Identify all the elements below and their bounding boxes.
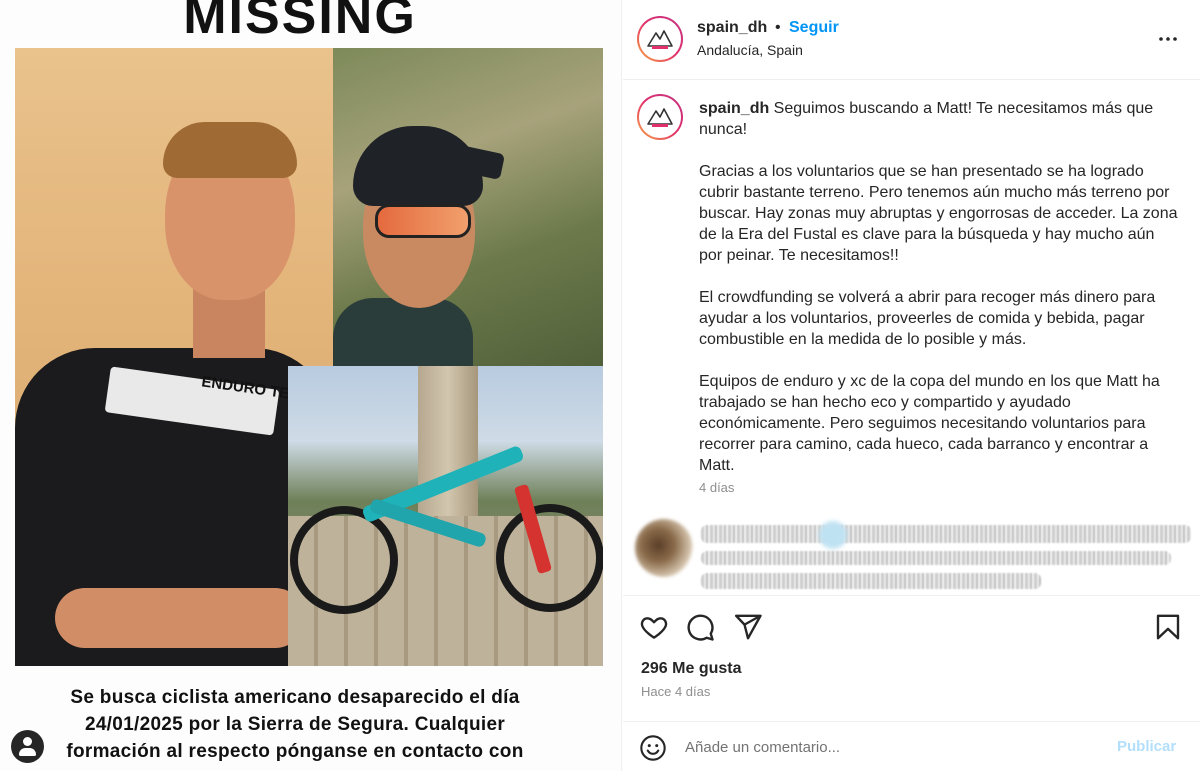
poster-title: MISSING (183, 0, 417, 45)
rear-wheel (290, 506, 398, 614)
save-bookmark-icon[interactable] (1153, 612, 1183, 642)
post-header: spain_dh • Seguir Andalucía, Spain (623, 0, 1200, 80)
blurred-text-line (701, 551, 1171, 565)
post-image[interactable]: MISSING ENDURO TEAM Se busca ciclista am… (0, 0, 622, 771)
front-wheel (496, 504, 603, 612)
hair (163, 122, 297, 178)
photo-helmet-rider (333, 48, 603, 366)
folded-hands (55, 588, 305, 648)
rider-jersey (333, 298, 473, 366)
caption-avatar[interactable] (637, 94, 683, 140)
photo-bike (288, 366, 603, 666)
blurred-text-line (701, 573, 1041, 589)
emoji-smiley-icon[interactable] (639, 734, 667, 762)
share-send-icon[interactable] (733, 612, 763, 642)
post-caption: spain_dh Seguimos buscando a Matt! Te ne… (623, 80, 1200, 500)
mountain-logo-icon (647, 108, 673, 127)
tagged-users-icon[interactable] (11, 730, 44, 763)
post-details-panel: spain_dh • Seguir Andalucía, Spain spain… (623, 0, 1200, 771)
username-link[interactable]: spain_dh (697, 19, 767, 37)
photo-smiling-man: ENDURO TEAM (15, 48, 333, 666)
post-actions: 296 Me gusta Hace 4 días Publicar (623, 595, 1200, 771)
comment-bubble-icon[interactable] (685, 612, 715, 642)
blurred-avatar (635, 519, 693, 577)
blurred-emoji (819, 521, 847, 549)
publish-button[interactable]: Publicar (1117, 738, 1176, 755)
caption-username[interactable]: spain_dh (699, 100, 769, 117)
like-heart-icon[interactable] (639, 612, 669, 642)
sunglasses (375, 204, 471, 238)
blurred-comment (631, 515, 1196, 595)
poster-description: Se busca ciclista americano desaparecido… (66, 687, 524, 762)
separator-dot: • (775, 19, 781, 36)
follow-button[interactable]: Seguir (789, 19, 839, 37)
caption-body: Seguimos buscando a Matt! Te necesitamos… (699, 100, 1178, 474)
blurred-text-line (701, 525, 1191, 543)
avatar[interactable] (637, 16, 683, 62)
like-count[interactable]: 296 Me gusta (641, 660, 741, 678)
caption-text: spain_dh Seguimos buscando a Matt! Te ne… (699, 98, 1179, 476)
post-timestamp: Hace 4 días (641, 684, 711, 699)
more-options-icon[interactable] (1153, 24, 1183, 54)
location-link[interactable]: Andalucía, Spain (697, 42, 803, 58)
comment-bar: Publicar (623, 721, 1200, 771)
mountain-logo-icon (647, 30, 673, 49)
comment-input[interactable] (685, 732, 1105, 762)
caption-timestamp: 4 días (699, 480, 735, 495)
